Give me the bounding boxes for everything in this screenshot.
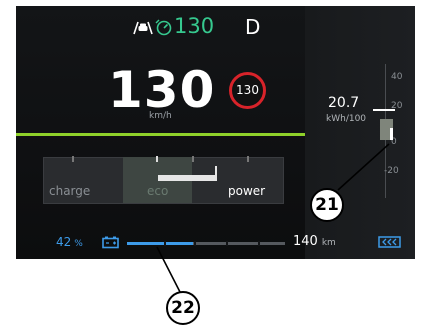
callout-22: 22: [166, 291, 200, 325]
callout-leaders: [156, 143, 390, 293]
manual-figure: 130 D 130 km/h 130 40 20 0 -20 20.7 kWh/…: [0, 0, 431, 332]
callout-21: 21: [310, 188, 344, 222]
